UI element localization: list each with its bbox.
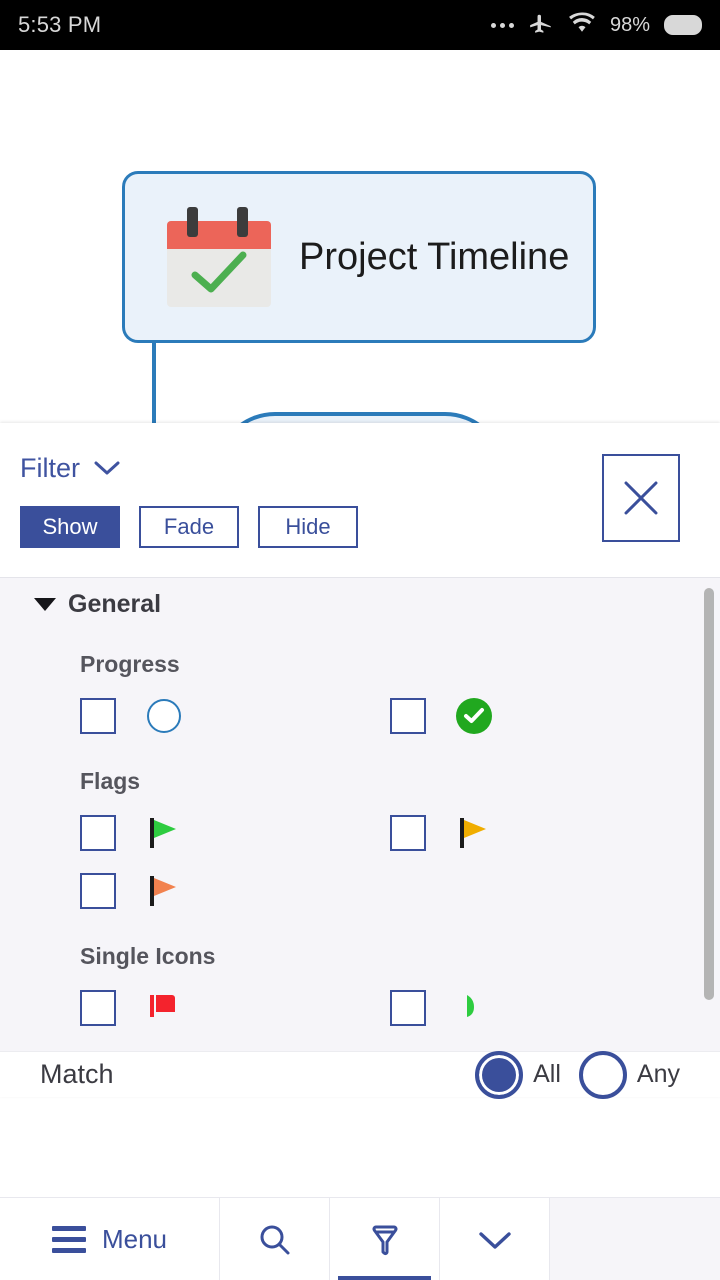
single-icon-red bbox=[144, 988, 184, 1028]
flag-green-icon bbox=[144, 813, 184, 853]
chevron-down-icon bbox=[478, 1231, 511, 1249]
filter-mode-fade-button[interactable]: Fade bbox=[139, 506, 239, 548]
hamburger-menu-icon bbox=[51, 1226, 86, 1253]
nav-empty-area bbox=[550, 1198, 720, 1280]
close-filter-button[interactable] bbox=[602, 454, 680, 542]
match-option-any[interactable]: Any bbox=[578, 1050, 680, 1099]
radio-any[interactable] bbox=[578, 1050, 627, 1099]
status-bar-clock: 5:53 PM bbox=[18, 12, 102, 37]
filter-option-row bbox=[0, 871, 720, 911]
battery-full-icon bbox=[664, 15, 702, 35]
checkbox-single-icon-red[interactable] bbox=[80, 990, 116, 1026]
close-x-icon bbox=[624, 481, 658, 515]
filter-scrollbar[interactable] bbox=[704, 588, 714, 1003]
match-option-all[interactable]: All bbox=[475, 1050, 561, 1099]
filter-panel-header: Filter Show Fade Hide bbox=[0, 423, 720, 578]
nav-search-button[interactable] bbox=[220, 1198, 330, 1280]
filter-panel: Filter Show Fade Hide General Progress F… bbox=[0, 423, 720, 1099]
filter-option-single-icon-green[interactable] bbox=[390, 988, 700, 1028]
match-option-any-label: Any bbox=[636, 1060, 680, 1088]
status-bar-icons: 98% bbox=[490, 10, 702, 41]
filter-section-title: General bbox=[68, 590, 162, 618]
mindmap-node-root[interactable]: Project Timeline bbox=[122, 171, 596, 343]
filter-option-flag-orange[interactable] bbox=[80, 871, 390, 911]
nav-active-indicator bbox=[338, 1276, 431, 1280]
mindmap-connector bbox=[152, 343, 156, 423]
progress-complete-check-icon bbox=[454, 696, 494, 736]
filter-funnel-icon bbox=[372, 1225, 397, 1255]
filter-option-flag-yellow[interactable] bbox=[390, 813, 700, 853]
nav-filter-button[interactable] bbox=[330, 1198, 440, 1280]
match-row: Match All Any bbox=[0, 1050, 720, 1099]
nav-collapse-button[interactable] bbox=[440, 1198, 550, 1280]
flag-orange-icon bbox=[144, 871, 184, 911]
scroll-fade-overlay bbox=[0, 1039, 720, 1051]
filter-group-title-single-icons: Single Icons bbox=[80, 943, 216, 969]
filter-option-single-icon-red[interactable] bbox=[80, 988, 390, 1028]
search-icon bbox=[260, 1225, 289, 1254]
filter-mode-hide-button[interactable]: Hide bbox=[258, 506, 358, 548]
progress-empty-circle-icon bbox=[144, 696, 184, 736]
match-radio-group: All Any bbox=[475, 1050, 680, 1099]
wifi-icon bbox=[568, 11, 596, 39]
mindmap-node-child[interactable] bbox=[215, 412, 505, 423]
checkbox-progress-empty[interactable] bbox=[80, 698, 116, 734]
filter-group-title-flags: Flags bbox=[80, 768, 141, 794]
status-bar: 5:53 PM 98% bbox=[0, 0, 720, 50]
checkbox-single-icon-green[interactable] bbox=[390, 990, 426, 1026]
mindmap-node-title: Project Timeline bbox=[299, 235, 570, 278]
bottom-navigation-bar: Menu bbox=[0, 1197, 720, 1280]
filter-option-progress-complete[interactable] bbox=[390, 696, 700, 736]
filter-mode-show-button[interactable]: Show bbox=[20, 506, 120, 548]
filter-section-general-header[interactable]: General bbox=[0, 578, 720, 619]
match-option-all-label: All bbox=[533, 1060, 561, 1088]
battery-percent-label: 98% bbox=[609, 13, 650, 36]
nav-menu-button[interactable]: Menu bbox=[0, 1198, 220, 1280]
single-icon-green bbox=[454, 988, 494, 1028]
mindmap-canvas[interactable]: Project Timeline bbox=[0, 50, 720, 423]
radio-all[interactable] bbox=[475, 1050, 524, 1099]
flag-yellow-icon bbox=[454, 813, 494, 853]
app-screen: 5:53 PM 98% Project Timeline Filter Show… bbox=[0, 0, 720, 1280]
calendar-check-icon bbox=[167, 207, 271, 307]
filter-option-row bbox=[0, 696, 720, 736]
filter-option-progress-empty[interactable] bbox=[80, 696, 390, 736]
match-label: Match bbox=[40, 1059, 114, 1089]
filter-panel-title: Filter bbox=[20, 453, 80, 483]
more-horizontal-icon bbox=[490, 22, 514, 28]
checkbox-progress-complete[interactable] bbox=[390, 698, 426, 734]
checkbox-flag-green[interactable] bbox=[80, 815, 116, 851]
triangle-down-icon[interactable] bbox=[34, 598, 56, 611]
filter-options-scroll-area[interactable]: General Progress Flags Single Icons bbox=[0, 578, 720, 1051]
filter-group-title-progress: Progress bbox=[80, 651, 180, 677]
airplane-mode-icon bbox=[528, 10, 554, 41]
checkbox-flag-yellow[interactable] bbox=[390, 815, 426, 851]
checkbox-flag-orange[interactable] bbox=[80, 873, 116, 909]
chevron-down-icon[interactable] bbox=[94, 461, 120, 476]
nav-menu-label: Menu bbox=[101, 1224, 168, 1254]
filter-scrollbar-thumb[interactable] bbox=[704, 588, 714, 1000]
filter-option-row bbox=[0, 813, 720, 853]
filter-option-row bbox=[0, 988, 720, 1028]
filter-option-flag-green[interactable] bbox=[80, 813, 390, 853]
